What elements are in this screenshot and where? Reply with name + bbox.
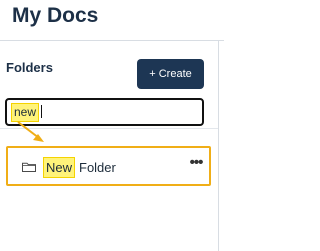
list-separator <box>0 128 218 129</box>
folders-section-title: Folders <box>6 60 53 75</box>
header-divider <box>0 40 224 41</box>
panel-divider <box>218 40 219 251</box>
page-title: My Docs <box>12 4 99 27</box>
more-options-icon[interactable]: ••• <box>186 154 206 174</box>
folder-name-rest: Folder <box>79 160 116 175</box>
text-caret <box>41 105 42 118</box>
search-value: new <box>14 105 37 119</box>
search-input[interactable]: new <box>5 98 204 126</box>
folder-item[interactable]: New Folder ••• <box>6 146 211 186</box>
folder-name-match: New <box>43 157 76 178</box>
folder-icon <box>22 162 36 172</box>
create-button[interactable]: + Create <box>137 59 204 89</box>
search-highlight: new <box>11 103 40 122</box>
